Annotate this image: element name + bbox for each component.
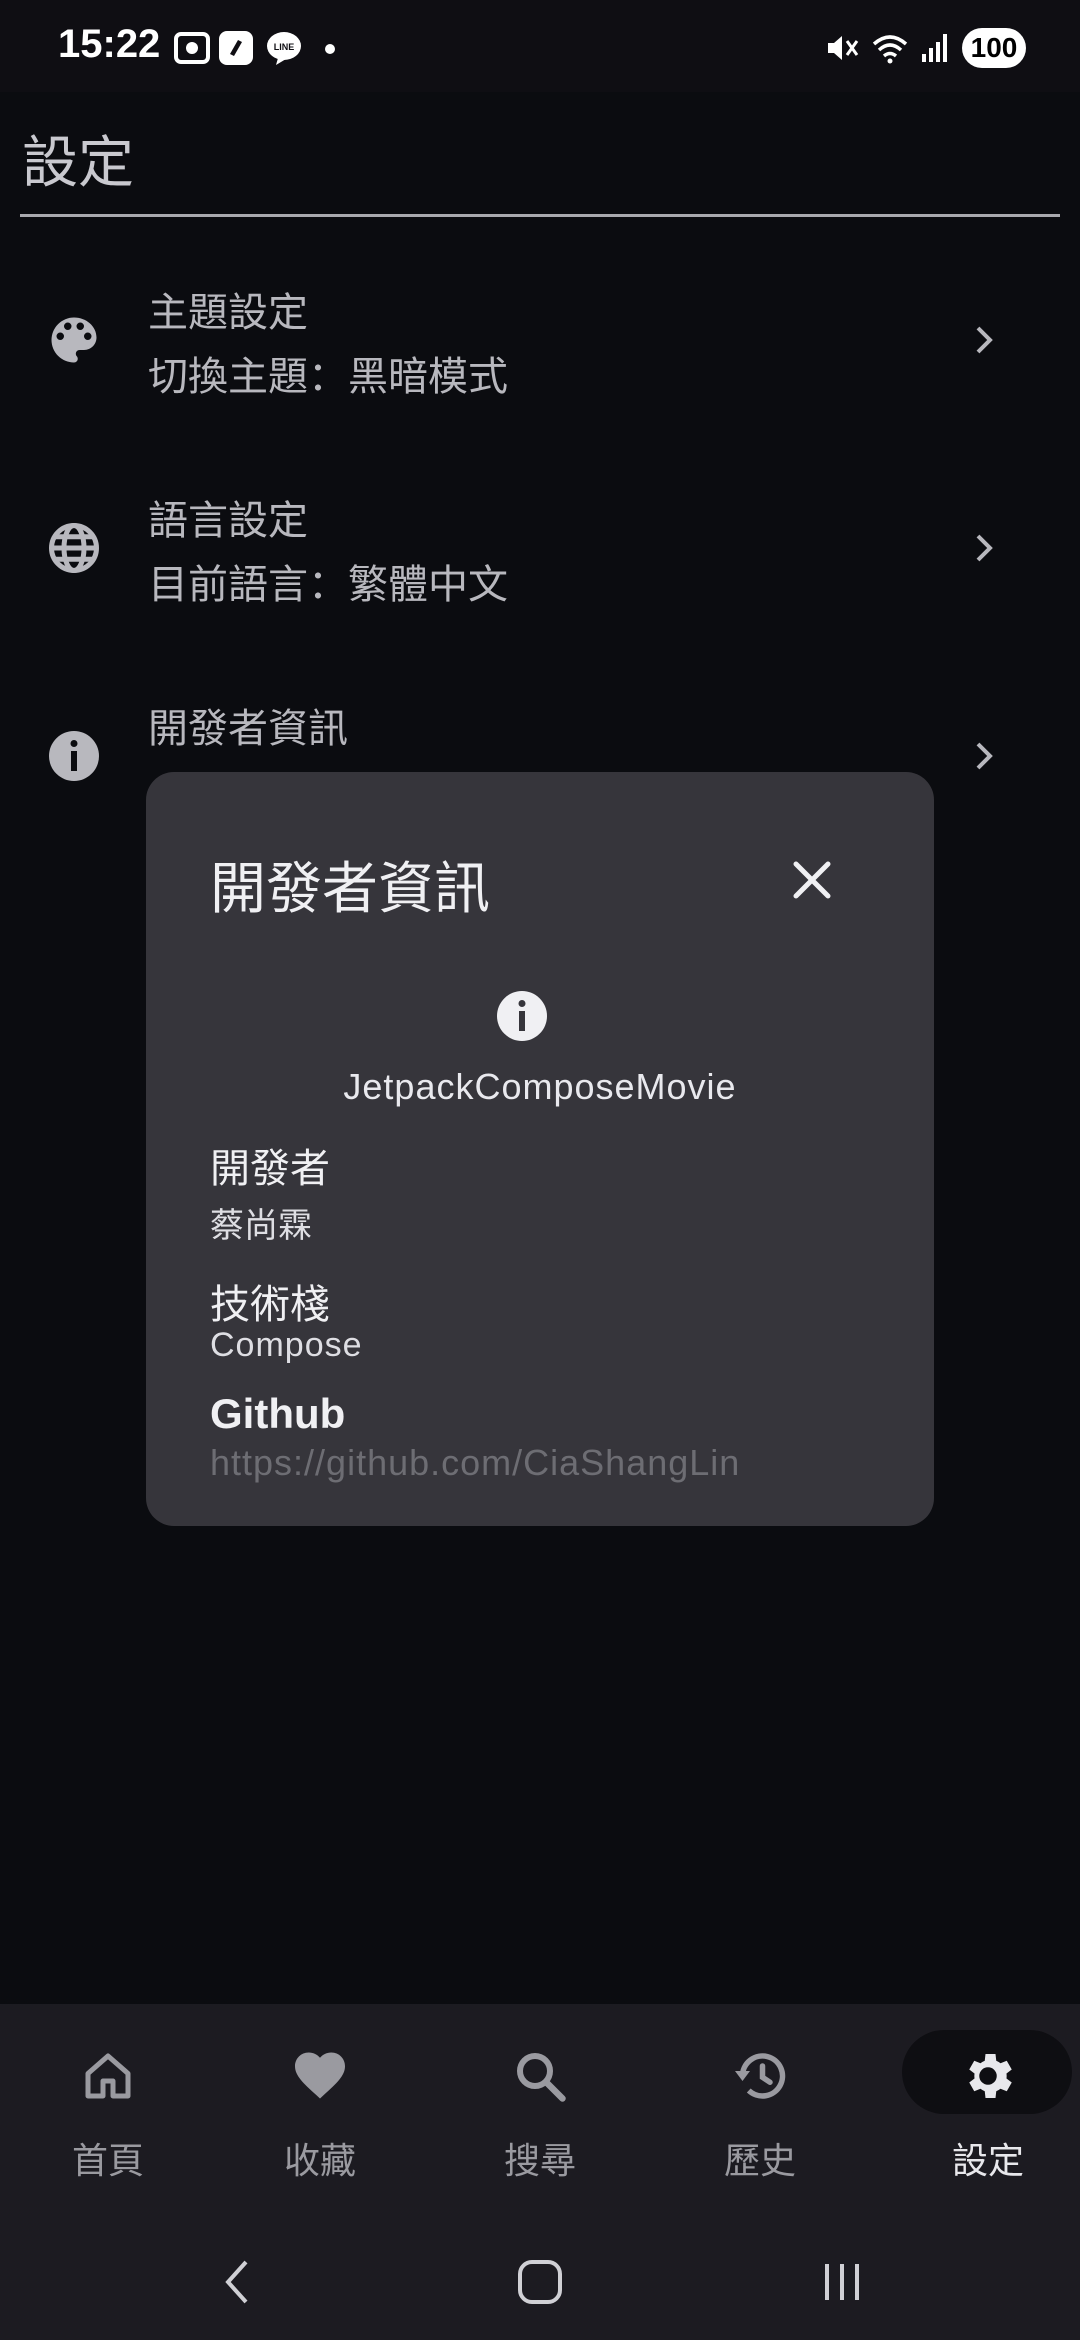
app-icon bbox=[219, 31, 253, 65]
back-icon[interactable] bbox=[208, 2252, 268, 2312]
dialog-title: 開發者資訊 bbox=[210, 857, 490, 922]
line-icon: LINE bbox=[267, 32, 301, 65]
info-icon bbox=[497, 991, 547, 1041]
app-name: JetpackComposeMovie bbox=[343, 1066, 737, 1107]
status-time: 15:22 bbox=[58, 22, 161, 66]
recents-icon[interactable] bbox=[812, 2252, 872, 2312]
developer-value: 蔡尚霖 bbox=[210, 1206, 312, 1246]
settings-item-theme[interactable]: 主題設定 切換主題：黑暗模式 bbox=[0, 240, 1080, 448]
bottom-navigation: 首頁 收藏 搜尋 歷史 設定 bbox=[0, 2004, 1080, 2218]
github-link[interactable]: https://github.com/CiaShangLin bbox=[210, 1442, 740, 1484]
settings-item-title: 開發者資訊 bbox=[148, 706, 348, 752]
status-bar: 15:22 LINE 100 bbox=[0, 0, 1080, 92]
chevron-right-icon bbox=[976, 326, 993, 354]
settings-item-title: 主題設定 bbox=[148, 290, 308, 336]
home-icon bbox=[85, 2053, 131, 2099]
signal-icon bbox=[922, 34, 947, 62]
page-title: 設定 bbox=[22, 131, 134, 196]
wifi-icon bbox=[872, 35, 908, 64]
nav-label: 歷史 bbox=[723, 2141, 796, 2182]
nav-label: 首頁 bbox=[71, 2141, 144, 2182]
settings-item-title: 語言設定 bbox=[148, 498, 308, 544]
nav-item-history[interactable]: 歷史 bbox=[652, 2004, 868, 2218]
close-icon[interactable] bbox=[784, 852, 840, 908]
settings-item-language[interactable]: 語言設定 目前語言：繁體中文 bbox=[0, 448, 1080, 656]
gear-icon bbox=[969, 2054, 1012, 2098]
svg-text:LINE: LINE bbox=[274, 42, 295, 52]
notification-dot bbox=[325, 44, 335, 54]
settings-item-subtitle: 目前語言：繁體中文 bbox=[148, 562, 508, 608]
mute-icon bbox=[828, 36, 859, 60]
globe-icon bbox=[49, 523, 99, 573]
settings-item-subtitle: 切換主題：黑暗模式 bbox=[148, 354, 508, 400]
search-icon bbox=[517, 2053, 566, 2102]
system-navigation-bar bbox=[0, 2218, 1080, 2340]
palette-icon bbox=[51, 317, 97, 363]
nav-label: 收藏 bbox=[283, 2141, 356, 2182]
home-button-icon[interactable] bbox=[510, 2252, 570, 2312]
screenshot-icon bbox=[174, 32, 210, 64]
info-icon bbox=[49, 731, 99, 781]
history-icon bbox=[735, 2053, 786, 2099]
nav-item-favorites[interactable]: 收藏 bbox=[212, 2004, 428, 2218]
battery-indicator: 100 bbox=[962, 28, 1026, 68]
developer-label: 開發者 bbox=[210, 1146, 330, 1192]
tech-stack-label: 技術棧 bbox=[210, 1282, 330, 1328]
chevron-right-icon bbox=[976, 534, 993, 562]
developer-info-dialog: 開發者資訊 JetpackComposeMovie 開發者 蔡尚霖 技術棧 Co… bbox=[146, 772, 934, 1526]
heart-icon bbox=[295, 2052, 345, 2099]
nav-item-settings[interactable]: 設定 bbox=[872, 2004, 1080, 2218]
github-label: Github bbox=[210, 1390, 346, 1437]
nav-item-search[interactable]: 搜尋 bbox=[432, 2004, 648, 2218]
nav-item-home[interactable]: 首頁 bbox=[0, 2004, 216, 2218]
chevron-right-icon bbox=[976, 742, 993, 770]
title-divider bbox=[20, 214, 1060, 217]
nav-label: 設定 bbox=[951, 2141, 1024, 2182]
tech-stack-value: Compose bbox=[210, 1326, 363, 1364]
nav-label: 搜尋 bbox=[503, 2141, 576, 2182]
